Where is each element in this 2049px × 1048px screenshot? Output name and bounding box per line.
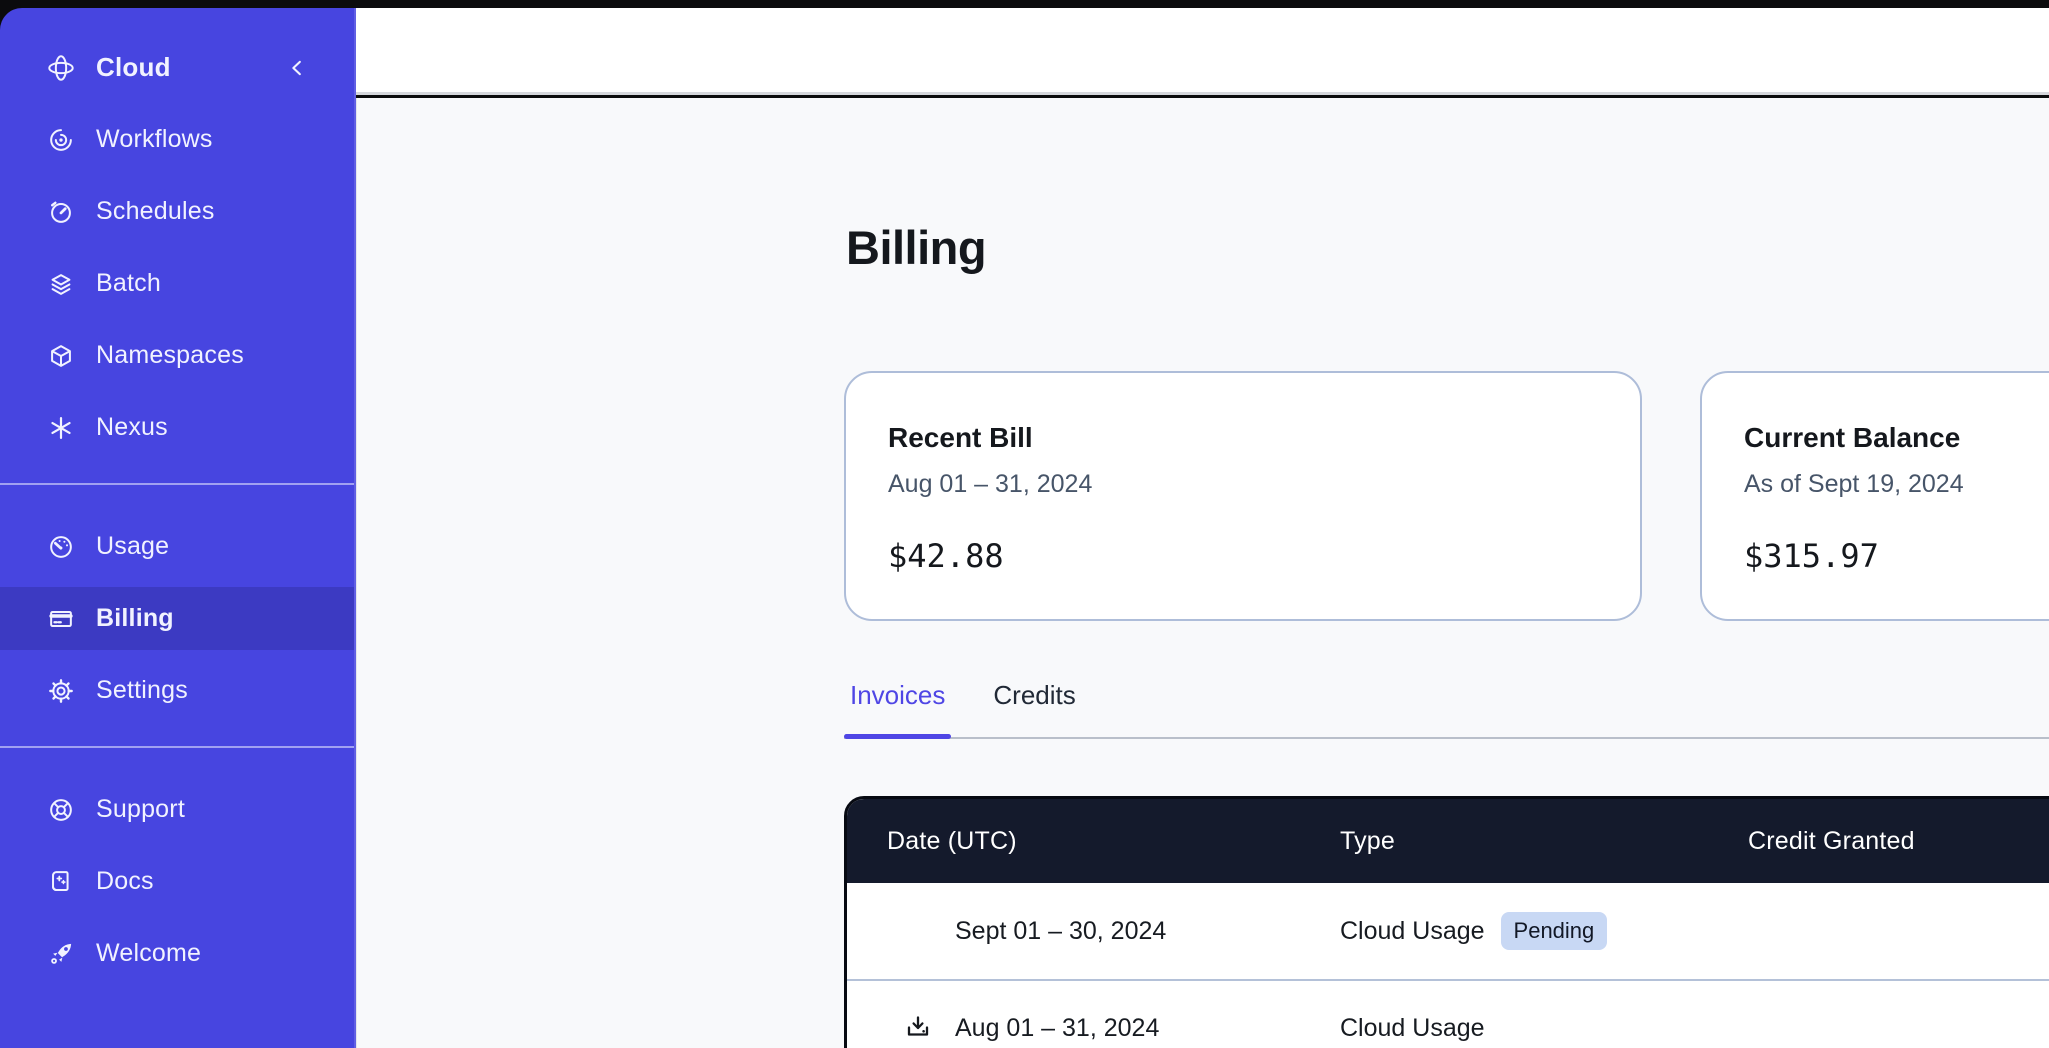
usage-gauge-icon [46, 532, 76, 562]
current-balance-card: Current Balance As of Sept 19, 2024 $315… [1700, 371, 2049, 621]
sidebar-item-batch[interactable]: Batch [0, 252, 354, 315]
download-slot-empty [901, 914, 935, 948]
settings-gear-icon [46, 676, 76, 706]
sidebar-nav: Workflows Schedules Batch [0, 108, 354, 985]
billing-credit-card-icon [46, 604, 76, 634]
sidebar-item-label: Support [96, 795, 185, 824]
column-header-date: Date (UTC) [847, 827, 1340, 856]
sidebar-item-billing[interactable]: Billing [0, 587, 354, 650]
main-content: Billing Recent Bill Aug 01 – 31, 2024 $4… [356, 98, 2049, 1048]
sidebar-item-workflows[interactable]: Workflows [0, 108, 354, 171]
column-header-type: Type [1340, 827, 1748, 856]
sidebar-item-label: Billing [96, 604, 174, 633]
batch-layers-icon [46, 269, 76, 299]
sidebar-item-label: Schedules [96, 197, 215, 226]
invoice-type: Cloud Usage [1340, 1014, 1485, 1043]
status-badge-pending: Pending [1501, 912, 1608, 950]
sidebar-item-label: Docs [96, 867, 154, 896]
sidebar-header: Cloud [0, 36, 354, 99]
sidebar-item-namespaces[interactable]: Namespaces [0, 324, 354, 387]
invoice-date: Sept 01 – 30, 2024 [955, 917, 1166, 946]
sidebar-item-settings[interactable]: Settings [0, 659, 354, 722]
sidebar-divider [0, 483, 354, 485]
sidebar-item-nexus[interactable]: Nexus [0, 396, 354, 459]
docs-book-icon [46, 867, 76, 897]
workflows-icon [46, 125, 76, 155]
column-header-credit: Credit Granted [1748, 827, 2049, 856]
sidebar-header-label: Cloud [96, 52, 171, 83]
sidebar: Cloud Workflows Schedules [0, 8, 356, 1048]
sidebar-item-welcome[interactable]: Welcome [0, 922, 354, 985]
card-period: Aug 01 – 31, 2024 [888, 469, 1610, 499]
sidebar-item-label: Usage [96, 532, 169, 561]
invoice-row: Aug 01 – 31, 2024 Cloud Usage [847, 979, 2049, 1048]
invoice-date: Aug 01 – 31, 2024 [955, 1014, 1159, 1043]
recent-bill-card: Recent Bill Aug 01 – 31, 2024 $42.88 [844, 371, 1642, 621]
sidebar-item-label: Welcome [96, 939, 201, 968]
card-as-of: As of Sept 19, 2024 [1744, 469, 2049, 499]
chevron-left-icon [284, 55, 310, 81]
invoices-table: Date (UTC) Type Credit Granted Sept 01 –… [844, 796, 2049, 1048]
card-amount: $315.97 [1744, 537, 2049, 575]
card-title: Recent Bill [888, 421, 1610, 455]
sidebar-collapse-button[interactable] [280, 51, 314, 85]
sidebar-item-label: Batch [96, 269, 161, 298]
namespaces-cube-icon [46, 341, 76, 371]
download-icon [902, 1012, 934, 1044]
billing-tabs: Invoices Credits [844, 680, 2049, 739]
invoice-row: Sept 01 – 30, 2024 Cloud Usage Pending [847, 883, 2049, 979]
sidebar-item-schedules[interactable]: Schedules [0, 180, 354, 243]
tab-invoices[interactable]: Invoices [844, 680, 951, 737]
sidebar-item-label: Namespaces [96, 341, 244, 370]
sidebar-item-label: Settings [96, 676, 188, 705]
card-title: Current Balance [1744, 421, 2049, 455]
schedules-timer-icon [46, 197, 76, 227]
invoices-table-header: Date (UTC) Type Credit Granted [847, 799, 2049, 883]
billing-page: { "sidebar": { "header": { "label": "Clo… [0, 0, 2049, 1048]
welcome-rocket-icon [46, 939, 76, 969]
sidebar-divider [0, 746, 354, 748]
sidebar-item-docs[interactable]: Docs [0, 850, 354, 913]
nexus-asterisk-icon [46, 413, 76, 443]
sidebar-item-usage[interactable]: Usage [0, 515, 354, 578]
sidebar-item-support[interactable]: Support [0, 778, 354, 841]
card-amount: $42.88 [888, 537, 1610, 575]
invoice-type: Cloud Usage [1340, 917, 1485, 946]
tab-credits[interactable]: Credits [987, 680, 1081, 737]
sidebar-item-label: Nexus [96, 413, 168, 442]
cloud-logo-icon [46, 53, 76, 83]
download-invoice-button[interactable] [902, 1012, 934, 1044]
sidebar-item-label: Workflows [96, 125, 213, 154]
page-title: Billing [846, 221, 986, 275]
topbar [356, 8, 2049, 95]
support-lifebuoy-icon [46, 795, 76, 825]
